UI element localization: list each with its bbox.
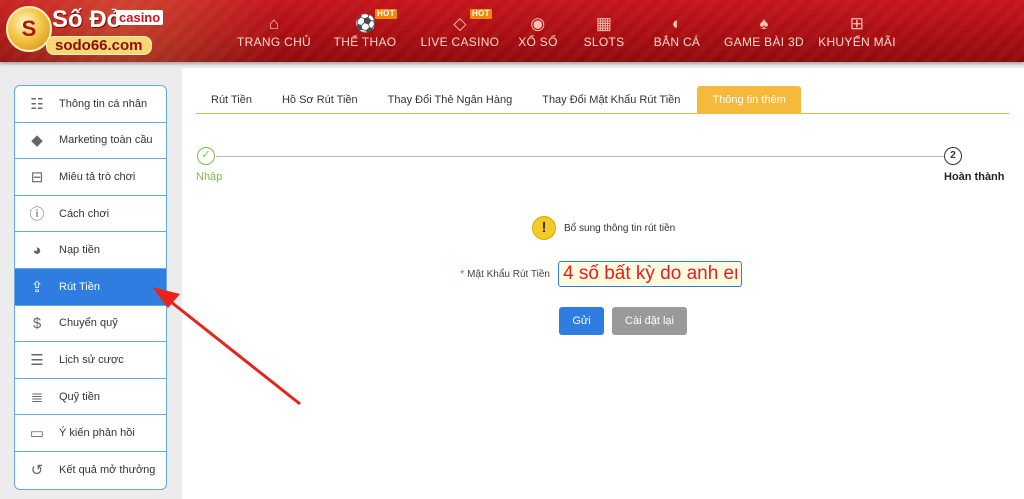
nav-item-home[interactable]: ⌂ TRANG CHỦ <box>228 0 320 62</box>
hot-badge: HOT <box>470 9 492 19</box>
info-notice: ! Bổ sung thông tin rút tiền <box>532 215 675 241</box>
nav-item-slots[interactable]: ▦ SLOTS <box>566 0 642 62</box>
sidebar-item-label: Kết quả mở thưởng <box>59 464 156 477</box>
sidebar-item-results[interactable]: ↺ Kết quả mở thưởng <box>15 452 166 489</box>
step-2-circle: 2 <box>944 147 962 165</box>
password-label: * Mật Khẩu Rút Tiền <box>452 269 550 280</box>
gift-icon: ⊞ <box>849 14 865 33</box>
main-nav: ⌂ TRANG CHỦ ⚽ HOT THỂ THAO ◇ HOT LIVE CA… <box>228 0 898 62</box>
form-buttons: Gửi Cài đặt lại <box>559 307 687 335</box>
tab-change-withdraw-password[interactable]: Thay Đổi Mật Khẩu Rút Tiền <box>527 86 695 114</box>
sidebar-item-transfer[interactable]: $ Chuyển quỹ <box>15 306 166 343</box>
send-button[interactable]: Gửi <box>559 307 604 335</box>
chat-bubble-icon: ▭ <box>29 425 45 443</box>
withdraw-password-field[interactable] <box>558 261 742 287</box>
top-header: S Số Đỏ casino sodo66.com ⌂ TRANG CHỦ ⚽ … <box>0 0 1024 62</box>
progress-stepper: ✓ 2 Nhập Hoàn thành <box>196 146 1009 186</box>
nav-label: XỔ SỐ <box>518 35 558 49</box>
sidebar-item-label: Marketing toàn cầu <box>59 134 153 147</box>
sidebar-item-funds[interactable]: ≣ Quỹ tiền <box>15 379 166 416</box>
tab-withdraw[interactable]: Rút Tiền <box>196 86 267 114</box>
logo-title: Số Đỏ <box>52 6 122 33</box>
info-icon: ⓘ <box>29 206 45 224</box>
sidebar-item-label: Miêu tả trò chơi <box>59 170 136 183</box>
notice-text: Bổ sung thông tin rút tiền <box>564 222 676 234</box>
nav-label: GAME BÀI 3D <box>724 35 804 49</box>
lottery-ball-icon: ◉ <box>530 14 546 33</box>
tab-change-bank-card[interactable]: Thay Đổi Thẻ Ngân Hàng <box>373 86 528 114</box>
hot-badge: HOT <box>375 9 397 19</box>
account-sidebar: ☷ Thông tin cá nhân ◆ Marketing toàn cầu… <box>14 85 167 490</box>
user-card-icon: ☷ <box>30 95 44 113</box>
sidebar-item-withdraw[interactable]: ⇪ Rút Tiền <box>15 268 166 306</box>
nav-item-promotions[interactable]: ⊞ KHUYẾN MÃI <box>816 0 898 62</box>
sidebar-item-label: Cách chơi <box>59 207 110 220</box>
nav-label: TRANG CHỦ <box>236 35 312 49</box>
playing-cards-icon: ♠ <box>759 14 769 33</box>
nav-item-lottery[interactable]: ◉ XỔ SỐ <box>510 0 566 62</box>
logo-domain: sodo66.com <box>46 36 152 55</box>
sidebar-item-label: Ý kiến phản hồi <box>59 427 135 440</box>
nav-item-fishing[interactable]: ◐ BẮN CÁ <box>642 0 712 62</box>
sidebar-item-label: Lịch sử cược <box>59 353 124 366</box>
sidebar-item-marketing[interactable]: ◆ Marketing toàn cầu <box>15 123 166 160</box>
step-2-label: Hoàn thành <box>944 171 1005 183</box>
diamond-icon: ◇ <box>453 14 467 33</box>
sidebar-item-label: Chuyển quỹ <box>59 317 118 330</box>
nav-label: BẮN CÁ <box>653 35 701 49</box>
password-row: * Mật Khẩu Rút Tiền <box>452 261 1012 287</box>
sidebar-item-label: Nạp tiền <box>59 244 100 257</box>
sidebar-item-feedback[interactable]: ▭ Ý kiến phản hồi <box>15 415 166 452</box>
nav-item-card-games[interactable]: ♠ GAME BÀI 3D <box>712 0 816 62</box>
reset-button[interactable]: Cài đặt lại <box>612 307 687 335</box>
nav-item-sports[interactable]: ⚽ HOT THỂ THAO <box>320 0 410 62</box>
sidebar-item-label: Quỹ tiền <box>59 390 100 403</box>
tab-more-info[interactable]: Thông tin thêm <box>697 86 801 114</box>
diamond-icon: ◆ <box>31 132 43 150</box>
check-icon: ✓ <box>197 147 215 165</box>
fish-icon: ◐ <box>671 14 683 33</box>
home-icon: ⌂ <box>268 14 280 33</box>
logo-badge: casino <box>116 10 164 25</box>
sidebar-item-profile[interactable]: ☷ Thông tin cá nhân <box>15 86 166 123</box>
warning-icon: ! <box>532 216 556 240</box>
password-label-text: Mật Khẩu Rút Tiền <box>467 268 550 280</box>
nav-label: SLOTS <box>583 35 625 49</box>
soccer-ball-icon: ⚽ <box>355 14 377 33</box>
tab-withdraw-history[interactable]: Hồ Sơ Rút Tiền <box>267 86 373 114</box>
withdraw-tabs: Rút Tiền Hồ Sơ Rút Tiền Thay Đổi Thẻ Ngâ… <box>196 86 1009 114</box>
dollar-coin-icon: $ <box>32 314 42 332</box>
sidebar-item-label: Thông tin cá nhân <box>59 97 148 110</box>
clipboard-icon: ☰ <box>30 351 44 369</box>
slot-machine-icon: ▦ <box>595 14 613 33</box>
withdraw-icon: ⇪ <box>30 278 44 296</box>
sidebar-item-label: Rút Tiền <box>59 280 100 293</box>
stepper-line <box>216 156 956 157</box>
sidebar-item-deposit[interactable]: ◕ Nạp tiền <box>15 232 166 269</box>
sidebar-item-game-description[interactable]: ⊟ Miêu tả trò chơi <box>15 159 166 196</box>
site-logo[interactable]: S Số Đỏ casino sodo66.com <box>6 4 186 58</box>
history-icon: ↺ <box>30 462 44 480</box>
piggy-bank-icon: ◕ <box>32 241 42 259</box>
main-panel: Rút Tiền Hồ Sơ Rút Tiền Thay Đổi Thẻ Ngâ… <box>182 68 1024 499</box>
nav-label: KHUYẾN MÃI <box>818 35 896 49</box>
sidebar-item-bet-history[interactable]: ☰ Lịch sử cược <box>15 342 166 379</box>
sidebar-item-how-to-play[interactable]: ⓘ Cách chơi <box>15 196 166 233</box>
gamepad-icon: ⊟ <box>30 168 44 186</box>
step-1-label: Nhập <box>196 171 223 183</box>
required-mark: * <box>460 268 465 280</box>
coins-icon: ≣ <box>30 388 44 406</box>
nav-item-live-casino[interactable]: ◇ HOT LIVE CASINO <box>410 0 510 62</box>
nav-label: LIVE CASINO <box>420 35 500 49</box>
nav-label: THỂ THAO <box>333 35 397 49</box>
